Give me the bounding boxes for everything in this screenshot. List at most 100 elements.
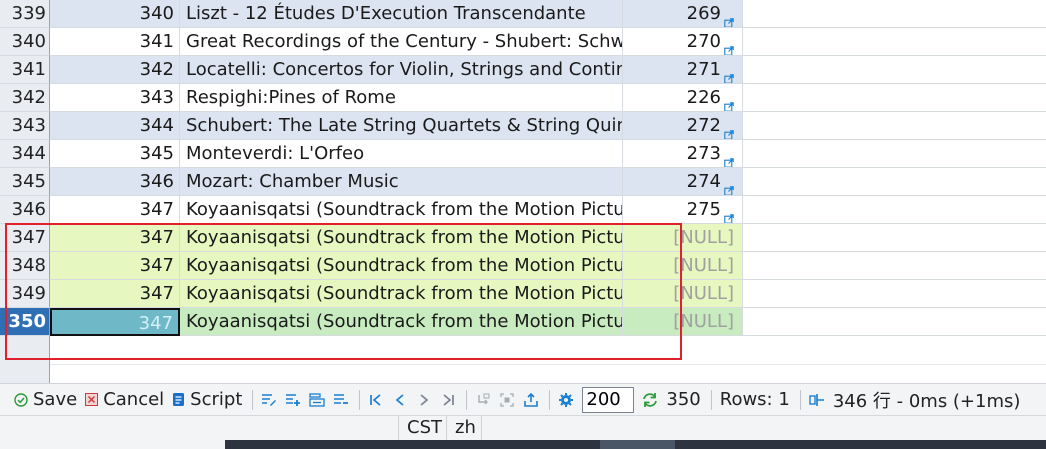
external-link-icon[interactable]	[724, 149, 734, 167]
row-number[interactable]: 339	[0, 0, 50, 28]
export-icon[interactable]	[523, 392, 539, 408]
external-link-icon[interactable]	[724, 9, 734, 27]
cell-title[interactable]: Liszt - 12 Études D'Execution Transcenda…	[180, 0, 623, 28]
cell-title[interactable]: Great Recordings of the Century - Shuber…	[180, 28, 623, 56]
cell-ref[interactable]: 271	[623, 56, 743, 84]
external-link-icon[interactable]	[724, 93, 734, 111]
cell-id[interactable]: 347	[50, 196, 180, 224]
cell-title[interactable]: Schubert: The Late String Quartets & Str…	[180, 112, 623, 140]
cell-ref[interactable]: 274	[623, 168, 743, 196]
refresh-icon[interactable]	[642, 392, 658, 408]
row-number[interactable]: 350	[0, 308, 50, 336]
grid-empty-area	[743, 224, 1046, 252]
table-row[interactable]: 347 347 Koyaanisqatsi (Soundtrack from the…	[0, 224, 1046, 252]
cell-id[interactable]: 347	[50, 252, 180, 280]
row-limit-input[interactable]	[582, 386, 635, 413]
gear-icon[interactable]	[558, 392, 574, 408]
copy-row-icon[interactable]	[309, 392, 326, 408]
cell-title[interactable]: Koyaanisqatsi (Soundtrack from the Motio…	[180, 280, 623, 308]
cell-title[interactable]: Respighi:Pines of Rome	[180, 84, 623, 112]
cell-ref[interactable]: 272	[623, 112, 743, 140]
next-page-icon[interactable]	[416, 392, 432, 408]
row-number[interactable]: 341	[0, 56, 50, 84]
cell-id[interactable]: 342	[50, 56, 180, 84]
ref-value: 271	[686, 59, 721, 80]
toolbar-separator	[466, 389, 468, 410]
row-number[interactable]: 348	[0, 252, 50, 280]
first-page-icon[interactable]	[368, 392, 384, 408]
table-row[interactable]: 341 342 Locatelli: Concertos for Violin, S…	[0, 56, 1046, 84]
cell-id[interactable]: 340	[50, 0, 180, 28]
cell-ref[interactable]: [NULL]	[623, 252, 743, 280]
table-row[interactable]: 346 347 Koyaanisqatsi (Soundtrack from the…	[0, 196, 1046, 224]
table-row[interactable]: 348 347 Koyaanisqatsi (Soundtrack from the…	[0, 252, 1046, 280]
save-button-label: Save	[33, 389, 78, 410]
cell-ref[interactable]: 269	[623, 0, 743, 28]
status-empty-cell	[481, 416, 1046, 440]
cell-title[interactable]: Koyaanisqatsi (Soundtrack from the Motio…	[180, 252, 623, 280]
table-row[interactable]: 349 347 Koyaanisqatsi (Soundtrack from the…	[0, 280, 1046, 308]
cell-ref[interactable]: [NULL]	[623, 224, 743, 252]
table-row[interactable]: 344 345 Monteverdi: L'Orfeo 273	[0, 140, 1046, 168]
cell-id[interactable]: 341	[50, 28, 180, 56]
cell-id[interactable]: 346	[50, 168, 180, 196]
cell-title[interactable]: Locatelli: Concertos for Violin, Strings…	[180, 56, 623, 84]
cell-id[interactable]: 347	[50, 224, 180, 252]
row-number-gutter	[0, 336, 50, 383]
external-link-icon[interactable]	[724, 121, 734, 139]
row-number[interactable]: 340	[0, 28, 50, 56]
cell-id[interactable]: 347	[50, 280, 180, 308]
row-number[interactable]: 347	[0, 224, 50, 252]
timing-info: 346 行 - 0ms (+1ms)	[832, 390, 1021, 412]
row-number[interactable]: 346	[0, 196, 50, 224]
add-row-icon[interactable]	[285, 392, 301, 408]
last-page-icon[interactable]	[440, 392, 456, 408]
cell-ref[interactable]: [NULL]	[623, 308, 743, 336]
grid-toolbar: Save Cancel Script 350 Rows: 1 346 行 - 0…	[0, 383, 1046, 415]
cell-id[interactable]: 347	[50, 308, 180, 336]
row-number[interactable]: 345	[0, 168, 50, 196]
cancel-button[interactable]: Cancel	[85, 386, 164, 414]
table-row-selected[interactable]: 350 347 Koyaanisqatsi (Soundtrack from the…	[0, 308, 1046, 336]
cell-title[interactable]: Koyaanisqatsi (Soundtrack from the Motio…	[180, 196, 623, 224]
external-link-icon[interactable]	[724, 177, 734, 195]
save-button[interactable]: Save	[14, 386, 77, 414]
table-row[interactable]: 345 346 Mozart: Chamber Music 274	[0, 168, 1046, 196]
ref-value: 275	[686, 199, 721, 220]
edit-row-icon[interactable]	[261, 392, 277, 408]
row-number[interactable]: 344	[0, 140, 50, 168]
cell-ref[interactable]: [NULL]	[623, 280, 743, 308]
filter-record-icon[interactable]	[499, 392, 515, 408]
row-number[interactable]: 343	[0, 112, 50, 140]
table-row[interactable]: 340 341 Great Recordings of the Century - …	[0, 28, 1046, 56]
cell-ref[interactable]: 275	[623, 196, 743, 224]
cell-id[interactable]: 345	[50, 140, 180, 168]
external-link-icon[interactable]	[724, 65, 734, 83]
cancel-button-label: Cancel	[103, 389, 165, 410]
toolbar-separator	[710, 389, 712, 410]
rollback-icon[interactable]	[475, 392, 491, 408]
cell-id[interactable]: 343	[50, 84, 180, 112]
cell-ref[interactable]: 226	[623, 84, 743, 112]
grid-empty-area	[743, 168, 1046, 196]
delete-row-icon[interactable]	[333, 392, 349, 408]
table-row[interactable]: 342 343 Respighi:Pines of Rome 226	[0, 84, 1046, 112]
cell-title[interactable]: Monteverdi: L'Orfeo	[180, 140, 623, 168]
external-link-icon[interactable]	[724, 37, 734, 55]
cell-ref[interactable]: 273	[623, 140, 743, 168]
cell-title[interactable]: Mozart: Chamber Music	[180, 168, 623, 196]
grid-empty-area	[743, 84, 1046, 112]
table-row[interactable]: 343 344 Schubert: The Late String Quartets…	[0, 112, 1046, 140]
results-grid[interactable]: 339 340 Liszt - 12 Études D'Execution Tran…	[0, 0, 1046, 383]
status-locale: zh	[446, 416, 481, 440]
external-link-icon[interactable]	[724, 205, 734, 223]
row-number[interactable]: 342	[0, 84, 50, 112]
row-number[interactable]: 349	[0, 280, 50, 308]
table-row[interactable]: 339 340 Liszt - 12 Études D'Execution Tran…	[0, 0, 1046, 28]
cell-ref[interactable]: 270	[623, 28, 743, 56]
cell-title[interactable]: Koyaanisqatsi (Soundtrack from the Motio…	[180, 308, 623, 336]
cell-title[interactable]: Koyaanisqatsi (Soundtrack from the Motio…	[180, 224, 623, 252]
prev-page-icon[interactable]	[392, 392, 408, 408]
cell-id[interactable]: 344	[50, 112, 180, 140]
script-button[interactable]: Script	[172, 386, 242, 414]
